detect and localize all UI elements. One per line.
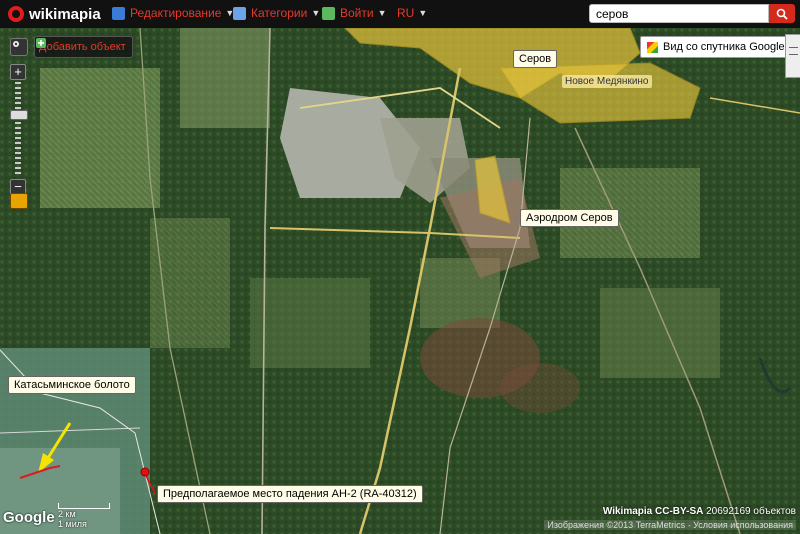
edit-icon xyxy=(112,6,125,20)
label-katasminskoe-bog[interactable]: Катасьминское болото xyxy=(8,376,136,394)
menu-login[interactable]: Войти ▼ xyxy=(322,6,387,20)
wikimapia-logo[interactable]: wikimapia xyxy=(8,4,101,24)
categories-icon xyxy=(233,6,246,20)
menu-line-icon xyxy=(789,54,798,55)
layer-toggle-icon[interactable] xyxy=(10,193,28,209)
add-object-button[interactable]: Добавить объект xyxy=(34,36,133,58)
imagery-attribution[interactable]: Изображения ©2013 TerraMetrics · Условия… xyxy=(544,520,796,530)
google-watermark: Google xyxy=(3,509,55,526)
settings-button[interactable] xyxy=(10,38,28,56)
label-crash-site[interactable]: Предполагаемое место падения АН-2 (RA-40… xyxy=(157,485,423,503)
label-serov[interactable]: Серов xyxy=(513,50,558,68)
chevron-down-icon: ▼ xyxy=(377,8,387,18)
label-novoe-medyankino[interactable]: Новое Медянкино xyxy=(562,75,652,88)
objects-count: 20692169 объектов xyxy=(706,506,796,517)
top-bar: wikimapia Редактирование ▼ Категории ▼ В… xyxy=(0,0,800,28)
add-object-icon xyxy=(36,38,46,48)
chevron-down-icon: ▼ xyxy=(311,8,321,18)
menu-categories[interactable]: Категории ▼ xyxy=(233,6,320,20)
scale-km: 2 км xyxy=(58,509,76,519)
map-canvas[interactable]: Добавить объект + − Вид со спутника Goog… xyxy=(0,28,800,534)
zoom-in-button[interactable]: + xyxy=(10,64,26,80)
license-info: Wikimapia CC-BY-SA 20692169 объектов xyxy=(603,506,796,517)
scale-mi: 1 миля xyxy=(58,519,87,529)
crash-pointer-line xyxy=(144,473,156,494)
scale-bar: 2 км 1 миля xyxy=(58,503,110,529)
zoom-slider[interactable] xyxy=(10,82,28,177)
zoom-slider-handle[interactable] xyxy=(10,110,28,120)
search-input[interactable] xyxy=(589,4,769,23)
annotation-overlay xyxy=(19,422,156,494)
wikimapia-logo-icon xyxy=(8,6,24,22)
search-icon xyxy=(776,8,788,20)
menu-line-icon xyxy=(789,47,798,48)
satellite-view-button[interactable]: Вид со спутника Google xyxy=(640,36,792,58)
menu-edit[interactable]: Редактирование ▼ xyxy=(112,6,234,20)
google-logo-icon xyxy=(647,41,658,53)
annotation-arrow xyxy=(46,422,72,459)
crash-marker[interactable] xyxy=(140,467,150,477)
zoom-control: + − xyxy=(10,64,28,195)
label-airport-serov[interactable]: Аэродром Серов xyxy=(520,209,619,227)
license-link[interactable]: Wikimapia CC-BY-SA xyxy=(603,506,703,517)
chevron-down-icon: ▼ xyxy=(418,8,428,18)
menu-language[interactable]: RU ▼ xyxy=(397,6,427,20)
search-button[interactable] xyxy=(769,4,795,23)
gear-icon xyxy=(13,41,19,47)
login-icon xyxy=(322,6,335,20)
sidebar-toggle-button[interactable] xyxy=(785,34,800,78)
